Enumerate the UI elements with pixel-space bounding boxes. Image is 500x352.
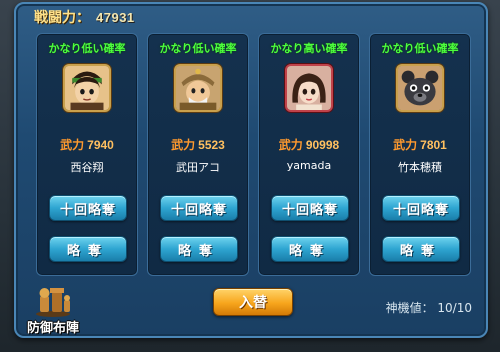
opponent-card-4: かなり低い確率 武力 7801 竹本穂積 十回略奪 略奪	[369, 33, 471, 276]
armored-general-avatar-icon[interactable]	[174, 64, 222, 112]
ten-plunder-button[interactable]: 十回略奪	[160, 195, 238, 221]
combat-power-label: 戦闘力：	[34, 9, 90, 25]
plunder-button[interactable]: 略奪	[49, 236, 127, 262]
chess-pieces-icon	[36, 288, 70, 317]
player-name: yamada	[286, 159, 332, 172]
warrior-avatar-icon[interactable]	[63, 64, 111, 112]
probability-label: かなり高い確率	[270, 42, 348, 55]
opponent-card-1: かなり低い確率 武力 7940 西谷翔 十回略奪 略奪	[36, 33, 138, 276]
stat-label: 武力	[393, 138, 418, 152]
opponent-card-2: かなり低い確率 武力 5523 武田アコ 十回略奪 略奪	[147, 33, 249, 276]
probability-label: かなり低い確率	[48, 42, 126, 55]
stat-line: 武力 90998	[259, 136, 359, 153]
plunder-button[interactable]: 略奪	[160, 236, 238, 262]
plunder-button[interactable]: 略奪	[271, 236, 349, 262]
defense-formation-label: 防御布陣	[26, 321, 79, 336]
stat-value: 90998	[305, 138, 340, 152]
ten-plunder-button[interactable]: 十回略奪	[382, 195, 460, 221]
stat-value: 5523	[198, 138, 225, 152]
swap-button[interactable]: 入替	[213, 288, 293, 316]
opponent-card-3: かなり高い確率 武力 90998 yamada 十回略奪 略奪	[258, 33, 360, 276]
player-name: 竹本穂積	[398, 161, 442, 174]
stat-value: 7940	[87, 138, 114, 152]
ten-plunder-button[interactable]: 十回略奪	[271, 195, 349, 221]
female-avatar-icon[interactable]	[285, 64, 333, 112]
stat-label: 武力	[171, 138, 196, 152]
stat-label: 武力	[60, 138, 85, 152]
plunder-button[interactable]: 略奪	[382, 236, 460, 262]
probability-label: かなり低い確率	[159, 42, 237, 55]
divine-machine-value: 神機値： 10/10	[385, 301, 472, 315]
combat-power: 戦闘力： 47931	[34, 8, 135, 26]
player-name: 武田アコ	[176, 161, 220, 174]
defense-formation-button[interactable]: 防御布陣	[20, 284, 86, 344]
stat-value: 7801	[420, 138, 447, 152]
combat-power-value: 47931	[96, 9, 135, 25]
panda-avatar-icon[interactable]	[396, 64, 444, 112]
probability-label: かなり低い確率	[381, 42, 459, 55]
player-name: 西谷翔	[70, 161, 104, 174]
stat-line: 武力 7940	[37, 136, 137, 153]
ten-plunder-button[interactable]: 十回略奪	[49, 195, 127, 221]
stat-line: 武力 7801	[370, 136, 470, 153]
stat-label: 武力	[278, 138, 303, 152]
stat-line: 武力 5523	[148, 136, 248, 153]
